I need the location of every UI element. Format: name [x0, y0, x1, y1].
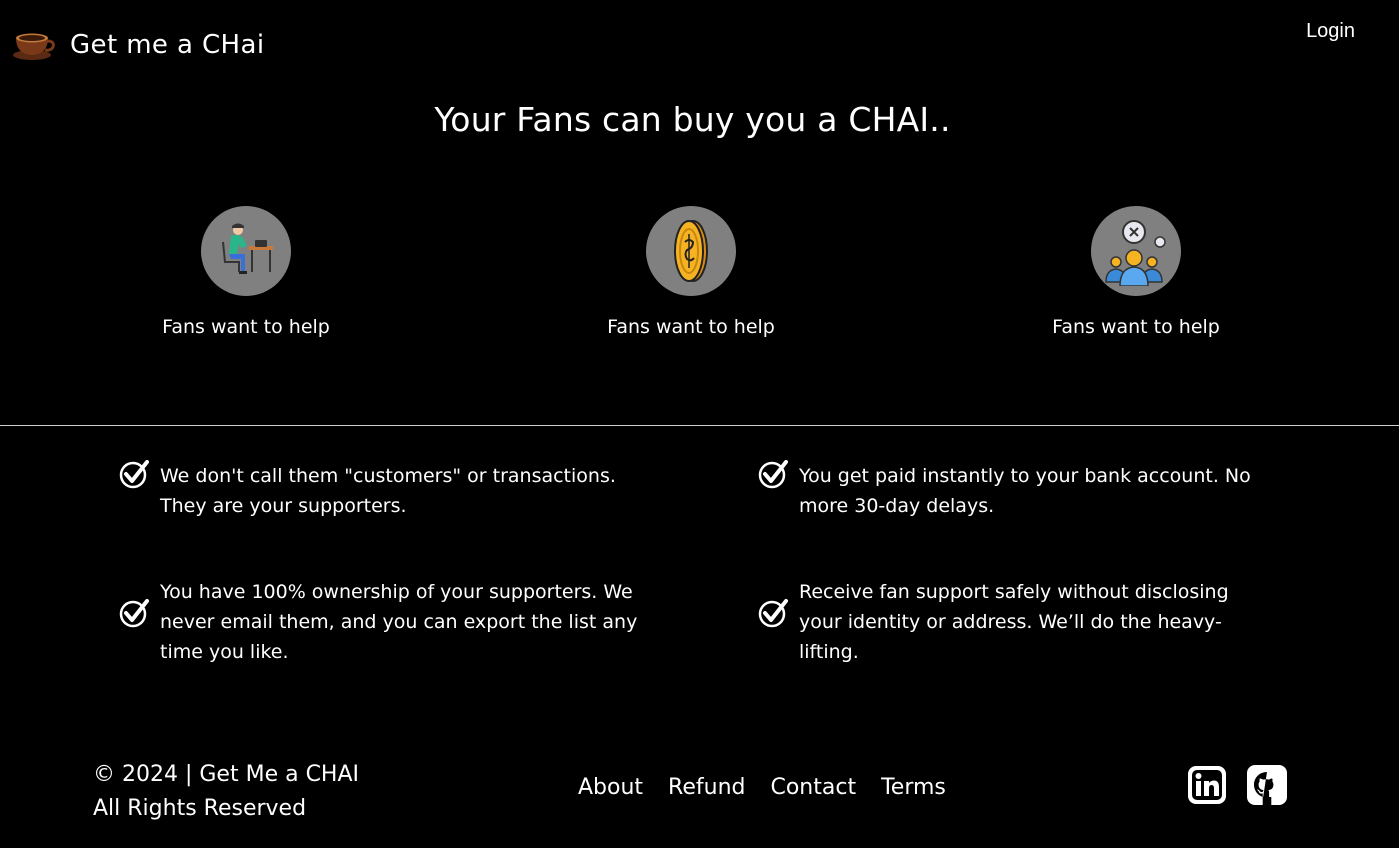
benefit-item: You get paid instantly to your bank acco… [757, 458, 1277, 521]
footer-link-terms[interactable]: Terms [881, 775, 946, 800]
footer-link-contact[interactable]: Contact [770, 775, 856, 800]
footer-link-about[interactable]: About [578, 775, 643, 800]
footer-nav: About Refund Contact Terms [578, 775, 946, 800]
footer-link-refund[interactable]: Refund [668, 775, 745, 800]
coffee-cup-icon [13, 33, 55, 60]
benefit-text: You have 100% ownership of your supporte… [160, 581, 638, 663]
benefit-text: We don't call them "customers" or transa… [160, 465, 616, 517]
section-divider [0, 425, 1399, 426]
check-circle-icon [757, 458, 789, 490]
copyright-line: © 2024 | Get Me a CHAI [93, 762, 360, 787]
check-circle-icon [757, 597, 789, 629]
benefit-text: You get paid instantly to your bank acco… [799, 465, 1251, 517]
benefit-text: Receive fan support safely without discl… [799, 581, 1229, 663]
feature-item: Fans want to help [561, 206, 821, 338]
linkedin-icon[interactable] [1187, 765, 1227, 805]
community-group-icon [1091, 206, 1181, 296]
feature-item: Fans want to help [1006, 206, 1266, 338]
hero-title: Your Fans can buy you a CHAI.. [434, 100, 951, 139]
feature-label: Fans want to help [1052, 316, 1220, 338]
benefit-item: We don't call them "customers" or transa… [118, 458, 638, 521]
benefit-item: Receive fan support safely without discl… [757, 577, 1277, 667]
benefit-item: You have 100% ownership of your supporte… [118, 577, 638, 667]
check-circle-icon [118, 597, 150, 629]
social-links [1187, 765, 1287, 805]
footer-copyright: © 2024 | Get Me a CHAI All Rights Reserv… [93, 758, 359, 826]
github-icon[interactable] [1247, 765, 1287, 805]
features-section: Fans want to help Fans want to help Fans… [0, 206, 1399, 346]
login-link[interactable]: Login [1306, 20, 1355, 43]
person-at-desk-icon [201, 206, 291, 296]
brand[interactable]: Get me a CHai [12, 28, 264, 62]
check-circle-icon [118, 458, 150, 490]
feature-label: Fans want to help [162, 316, 330, 338]
brand-name: Get me a CHai [70, 30, 265, 60]
rights-line: All Rights Reserved [93, 796, 307, 821]
feature-item: Fans want to help [116, 206, 376, 338]
feature-label: Fans want to help [607, 316, 775, 338]
gold-coin-icon [646, 206, 736, 296]
